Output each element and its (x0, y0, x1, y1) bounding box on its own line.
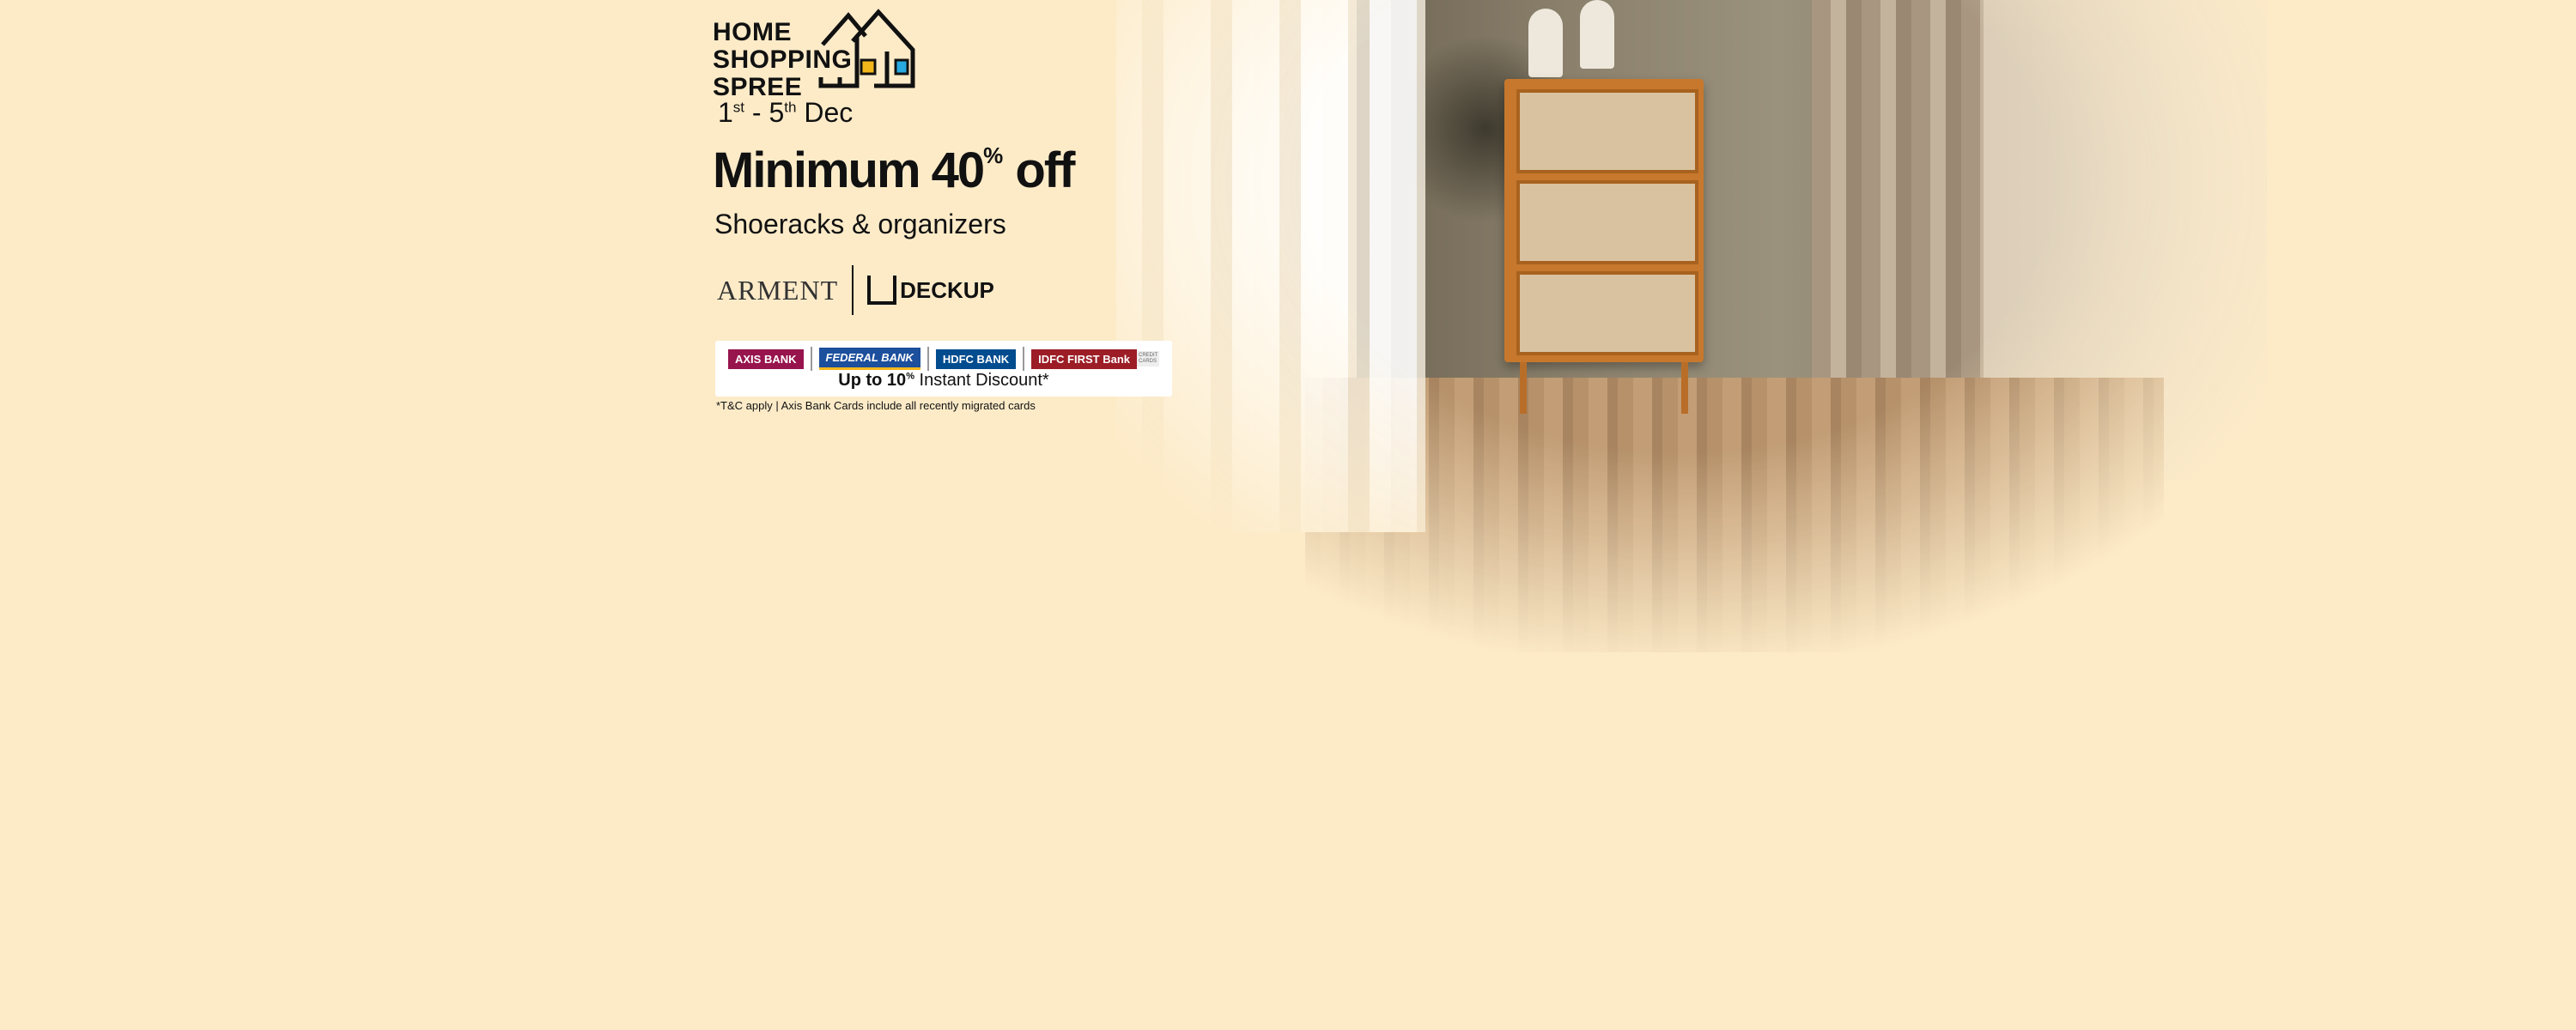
divider (852, 265, 854, 315)
headline: Minimum 40% off (713, 142, 1075, 198)
bank-offer-box: AXIS BANK FEDERAL BANK HDFC BANK IDFC FI… (715, 341, 1172, 397)
terms-footnote: *T&C apply | Axis Bank Cards include all… (716, 399, 1036, 412)
curtain-right (1812, 0, 1984, 412)
curtain-left (1116, 0, 1425, 532)
brand-arment[interactable]: ARMENT (717, 275, 838, 306)
decor-statue (1528, 9, 1563, 77)
sale-dates: 1st - 5th Dec (718, 97, 854, 128)
bank-hdfc: HDFC BANK (935, 348, 1017, 369)
hero-image (1048, 0, 2267, 652)
subtitle: Shoeracks & organizers (714, 209, 1006, 239)
house-icon (818, 9, 915, 88)
discount-text: Up to 10% Instant Discount* (838, 371, 1049, 390)
bank-idfc: IDFC FIRST Bank (1031, 348, 1138, 369)
bank-federal: FEDERAL BANK (818, 348, 920, 370)
credit-cards-badge: CREDIT CARDS (1137, 351, 1160, 367)
wooden-floor (1305, 378, 2164, 652)
bank-axis: AXIS BANK (727, 348, 804, 369)
brand-deckup[interactable]: DECKUP (867, 276, 994, 305)
deckup-icon (867, 276, 897, 305)
decor-statue (1580, 0, 1614, 69)
drawer-cabinet (1504, 79, 1704, 362)
home-shopping-spree-logo: HOME SHOPPING SPREE (713, 9, 915, 101)
deckup-label: DECKUP (900, 276, 994, 303)
brand-logos: ARMENT DECKUP (717, 264, 994, 316)
